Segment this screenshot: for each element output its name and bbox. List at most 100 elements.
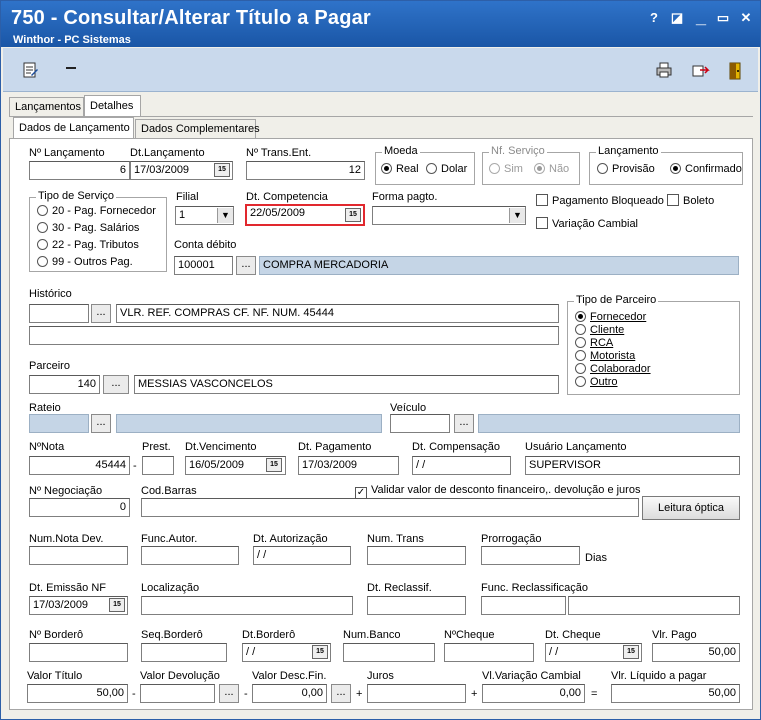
juros-input[interactable] [367,684,466,703]
func-reclassificacao-name-input[interactable] [568,596,740,615]
exit-door-icon[interactable] [724,61,746,81]
n-trans-ent-input[interactable]: 12 [246,161,365,180]
leitura-optica-button[interactable]: Leitura óptica [642,496,740,520]
n-negociacao-input[interactable]: 0 [29,498,130,517]
tab-dados-lancamento[interactable]: Dados de Lançamento [13,117,134,138]
dt-compensacao-input[interactable]: / / [412,456,511,475]
historico-code-input[interactable] [29,304,89,323]
valor-devolucao-input[interactable] [140,684,215,703]
lancamento-provisao-radio[interactable]: Provisão [597,163,655,175]
forma-pagto-select[interactable] [372,206,526,225]
resize-icon[interactable]: ◪ [667,9,687,26]
print-icon[interactable] [653,61,675,81]
n-negociacao-label: Nº Negociação [29,485,103,497]
parceiro-motorista-radio[interactable]: Motorista [575,350,635,362]
parceiro-search-button[interactable]: ... [103,375,129,394]
calendar-icon[interactable]: 15 [623,645,639,659]
tipo-servico-99-radio[interactable]: 99 - Outros Pag. [37,256,133,268]
func-autor-input[interactable] [141,546,239,565]
juros-label: Juros [367,670,394,682]
close-icon[interactable]: ✕ [736,9,756,26]
historico-search-button[interactable]: ... [91,304,111,323]
n-nota-input[interactable]: 45444 [29,456,130,475]
forma-pagto-dropdown-icon[interactable]: ▼ [509,208,525,223]
tab-dados-complementares[interactable]: Dados Complementares [135,119,260,139]
rateio-search-button[interactable]: ... [91,414,111,433]
historico-text-input[interactable]: VLR. REF. COMPRAS CF. NF. NUM. 45444 [116,304,559,323]
num-trans-input[interactable] [367,546,466,565]
vlr-pago-input[interactable]: 50,00 [652,643,740,662]
n-cheque-input[interactable] [444,643,534,662]
n-lancamento-label: Nº Lançamento [29,147,105,159]
lancamento-confirmado-radio[interactable]: Confirmado [670,163,742,175]
prest-input[interactable] [142,456,174,475]
valor-desc-fin-input[interactable]: 0,00 [252,684,327,703]
variacao-cambial-checkbox[interactable]: Variação Cambial [536,217,638,230]
boleto-checkbox[interactable]: Boleto [667,194,714,207]
num-trans-label: Num. Trans [367,533,424,545]
tab-lancamentos[interactable]: Lançamentos [9,97,84,117]
nf-servico-sim-radio[interactable]: Sim [489,163,523,175]
valor-devolucao-button[interactable]: ... [219,684,239,703]
tipo-servico-30-radio[interactable]: 30 - Pag. Salários [37,222,139,234]
conta-debito-search-button[interactable]: ... [236,256,256,275]
export-icon[interactable] [690,61,712,81]
calendar-icon[interactable]: 15 [345,208,361,222]
n-bordero-label: Nº Borderô [29,629,84,641]
nf-servico-nao-radio[interactable]: Não [534,163,569,175]
validar-desconto-checkbox[interactable]: ✓ Validar valor de desconto financeiro,. … [355,484,640,499]
func-reclassificacao-code-input[interactable] [481,596,566,615]
vlr-pago-label: Vlr. Pago [652,629,697,641]
vl-variacao-cambial-input[interactable]: 0,00 [482,684,585,703]
parceiro-colaborador-radio[interactable]: Colaborador [575,363,651,375]
n-bordero-input[interactable] [29,643,128,662]
veiculo-search-button[interactable]: ... [454,414,474,433]
rateio-label: Rateio [29,402,61,414]
conta-debito-code-input[interactable]: 100001 [174,256,233,275]
valor-desc-fin-button[interactable]: ... [331,684,351,703]
valor-titulo-input[interactable]: 50,00 [27,684,128,703]
edit-record-icon[interactable] [19,61,41,81]
vlr-liquido-label: Vlr. Líquido a pagar [611,670,707,682]
pagamento-bloqueado-checkbox[interactable]: Pagamento Bloqueado [536,194,664,207]
tipo-servico-20-radio[interactable]: 20 - Pag. Fornecedor [37,205,156,217]
parceiro-cliente-radio[interactable]: Cliente [575,324,624,336]
parceiro-rca-radio[interactable]: RCA [575,337,613,349]
calendar-icon[interactable]: 15 [109,598,125,612]
minimize-icon[interactable]: _ [691,8,711,26]
prorrogacao-input[interactable] [481,546,580,565]
dt-pagamento-input[interactable]: 17/03/2009 [298,456,399,475]
valor-devolucao-label: Valor Devolução [140,670,220,682]
dt-reclassif-input[interactable] [367,596,466,615]
help-icon[interactable]: ? [644,9,664,26]
calendar-icon[interactable]: 15 [266,458,282,472]
dt-autorizacao-input[interactable]: / / [253,546,351,565]
vlr-liquido-input[interactable]: 50,00 [611,684,740,703]
parceiro-code-input[interactable]: 140 [29,375,100,394]
tab-detalhes[interactable]: Detalhes [84,95,141,116]
dt-emissao-nf-label: Dt. Emissão NF [29,582,107,594]
num-nota-dev-input[interactable] [29,546,128,565]
collapse-icon[interactable] [60,61,82,81]
n-lancamento-input[interactable]: 6 [29,161,130,180]
nf-servico-title: Nf. Serviço [489,145,547,157]
moeda-real-radio[interactable]: Real [381,163,419,175]
calendar-icon[interactable]: 15 [312,645,328,659]
moeda-dolar-radio[interactable]: Dolar [426,163,467,175]
parceiro-name-input[interactable]: MESSIAS VASCONCELOS [134,375,559,394]
historico-text2-input[interactable] [29,326,559,345]
localizacao-input[interactable] [141,596,353,615]
minus-sign: - [244,688,248,700]
filial-dropdown-icon[interactable]: ▼ [217,208,233,223]
cod-barras-input[interactable] [141,498,639,517]
parceiro-outro-radio[interactable]: Outro [575,376,618,388]
maximize-icon[interactable]: ▭ [713,9,733,26]
veiculo-code-input[interactable] [390,414,450,433]
tipo-servico-22-radio[interactable]: 22 - Pag. Tributos [37,239,139,251]
usuario-lancamento-input[interactable]: SUPERVISOR [525,456,740,475]
equals-sign: = [591,688,598,700]
parceiro-fornecedor-radio[interactable]: Fornecedor [575,311,646,323]
calendar-icon[interactable]: 15 [214,163,230,177]
seq-bordero-input[interactable] [141,643,227,662]
num-banco-input[interactable] [343,643,435,662]
